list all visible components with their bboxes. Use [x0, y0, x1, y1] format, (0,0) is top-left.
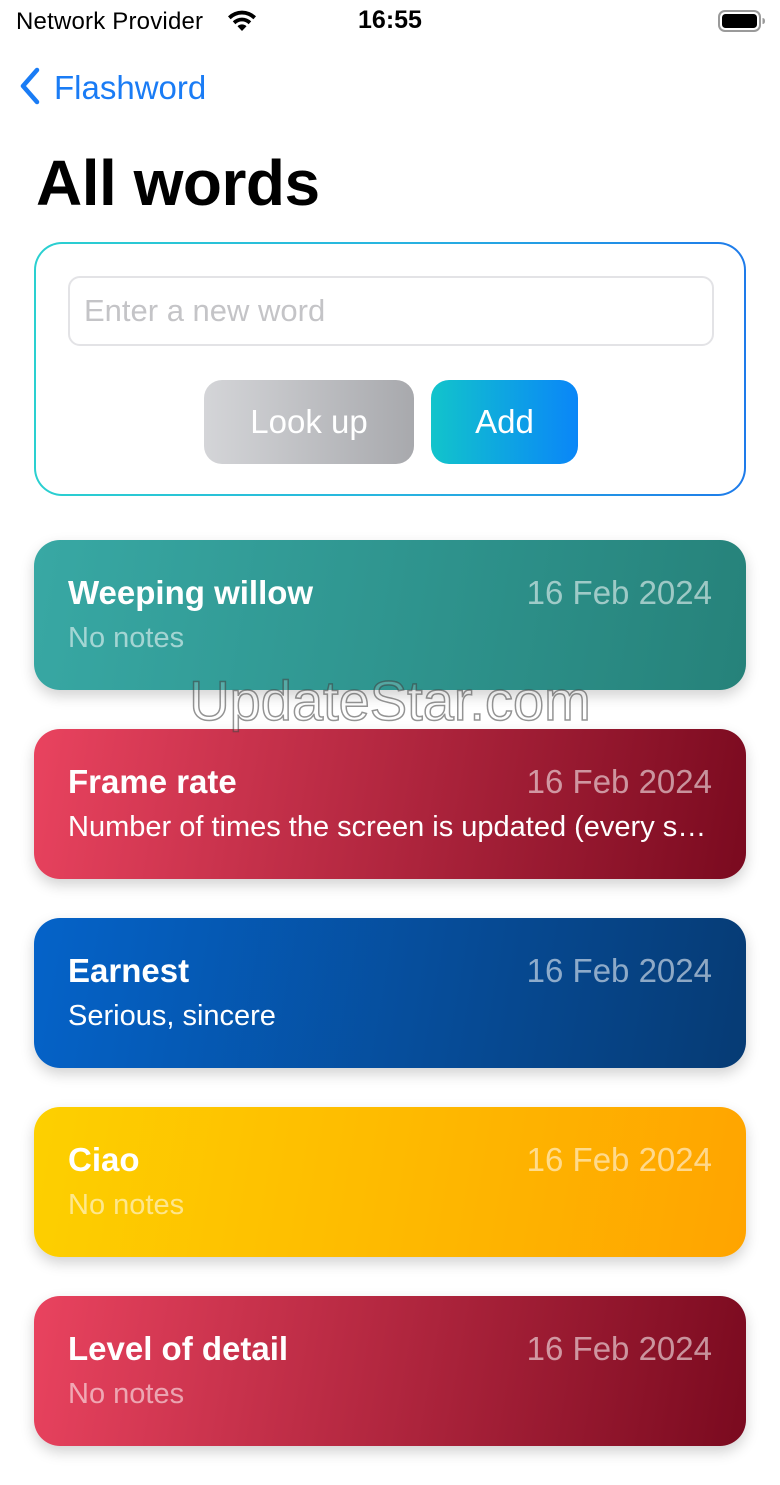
word-note: No notes [68, 1189, 185, 1221]
word-title: Level of detail [68, 1330, 289, 1367]
word-note: Number of times the screen is updated (e… [68, 811, 708, 843]
new-word-input[interactable] [68, 276, 714, 346]
word-title: Frame rate [68, 763, 237, 800]
chevron-left-icon [16, 66, 44, 111]
page-title: All words [36, 147, 320, 219]
add-button[interactable]: Add [431, 380, 578, 464]
new-word-card-body: Look up Add [36, 244, 744, 494]
word-card[interactable]: Frame rate 16 Feb 2024 Number of times t… [34, 729, 746, 879]
clock: 16:55 [358, 6, 422, 34]
word-card[interactable]: Level of detail 16 Feb 2024 No notes [34, 1296, 746, 1446]
status-bar: Network Provider 16:55 [0, 0, 780, 46]
word-note: Serious, sincere [68, 1000, 276, 1032]
word-title: Earnest [68, 952, 190, 989]
battery-icon [718, 9, 766, 33]
word-list: Weeping willow 16 Feb 2024 No notes Fram… [34, 540, 746, 1485]
word-date: 16 Feb 2024 [526, 574, 712, 611]
back-label: Flashword [54, 69, 207, 106]
new-word-card: Look up Add [34, 242, 746, 496]
word-date: 16 Feb 2024 [526, 952, 712, 989]
word-title: Weeping willow [68, 574, 314, 611]
word-date: 16 Feb 2024 [526, 1330, 712, 1367]
back-button[interactable]: Flashword [16, 64, 206, 112]
look-up-button[interactable]: Look up [204, 380, 414, 464]
word-title: Ciao [68, 1141, 140, 1178]
word-date: 16 Feb 2024 [526, 763, 712, 800]
word-card[interactable]: Weeping willow 16 Feb 2024 No notes [34, 540, 746, 690]
word-card[interactable]: Ciao 16 Feb 2024 No notes [34, 1107, 746, 1257]
word-note: No notes [68, 1378, 185, 1410]
word-note: No notes [68, 622, 185, 654]
word-date: 16 Feb 2024 [526, 1141, 712, 1178]
word-card[interactable]: Earnest 16 Feb 2024 Serious, sincere [34, 918, 746, 1068]
